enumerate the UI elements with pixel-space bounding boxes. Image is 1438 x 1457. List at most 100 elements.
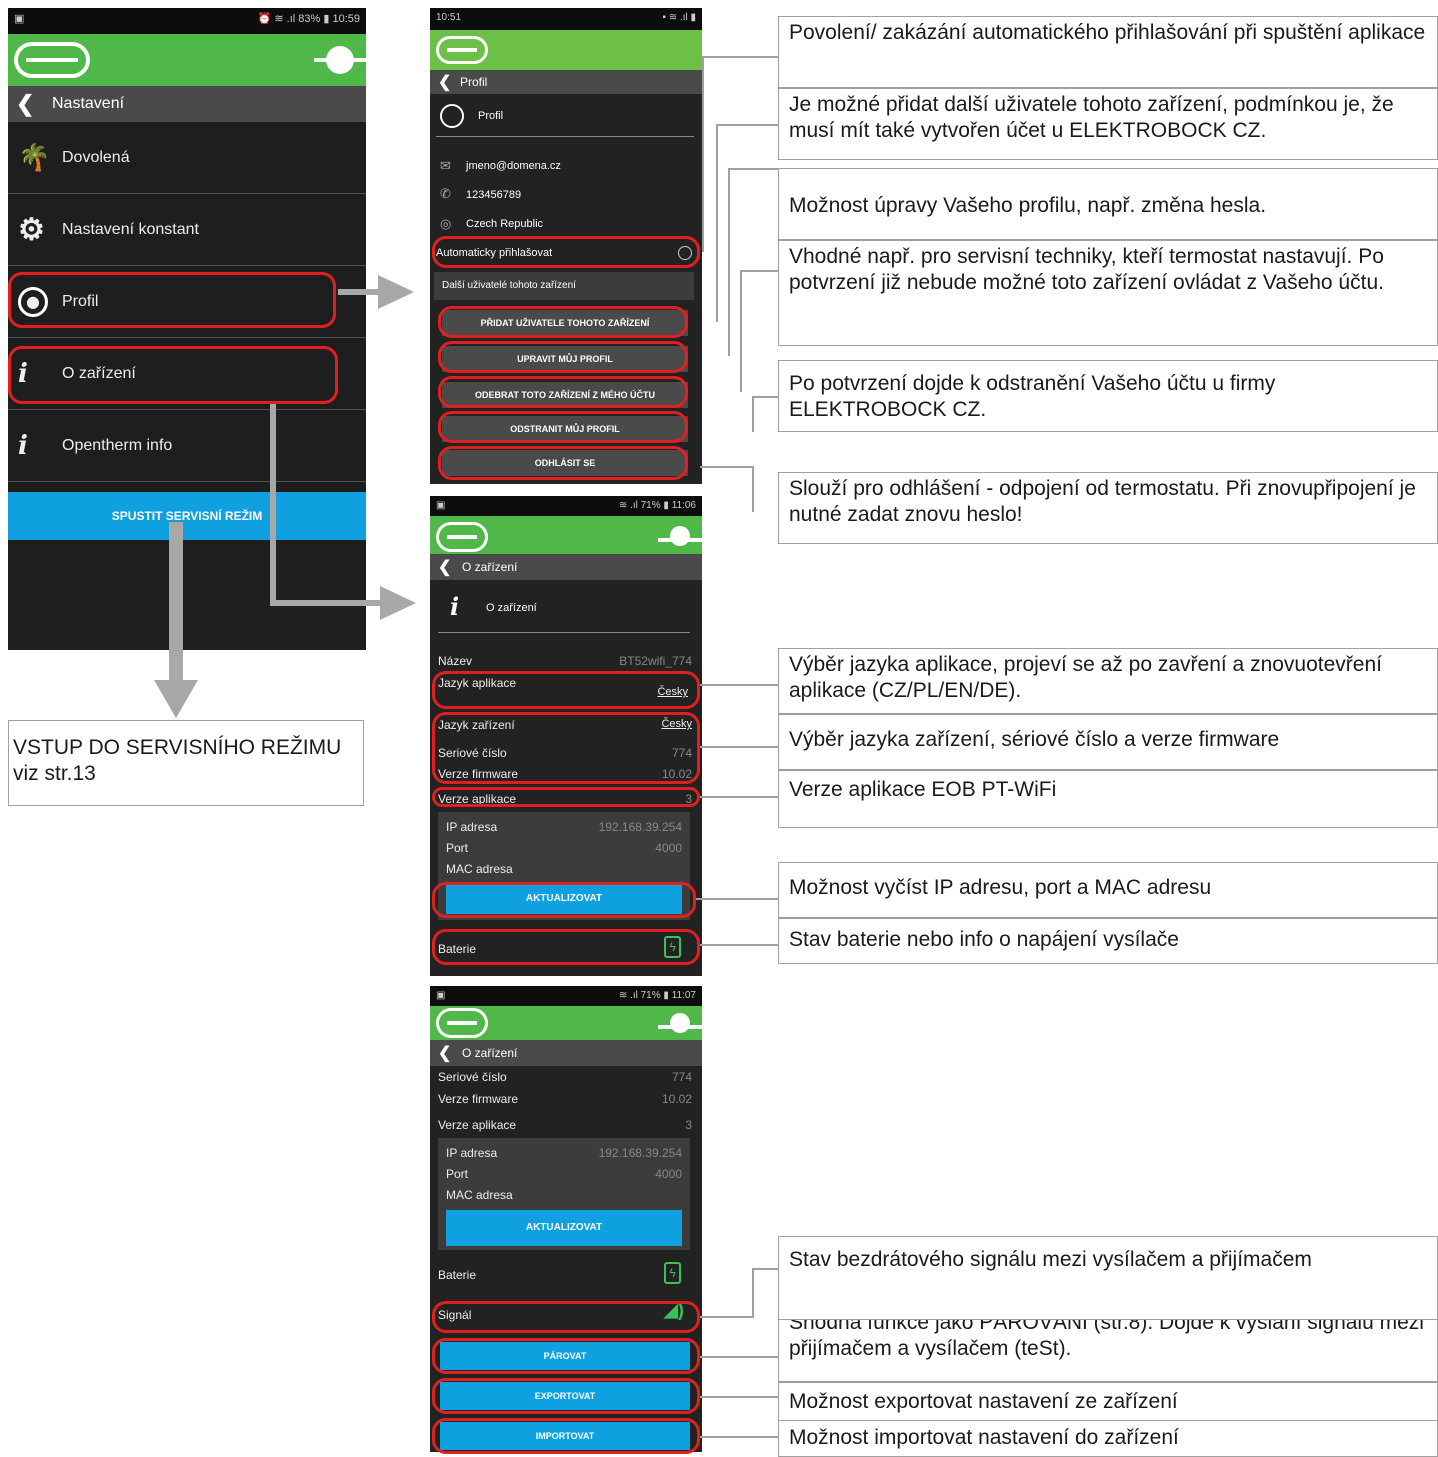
connector-edit-h [728,168,778,170]
app-version-row: Verze aplikace 3 [438,1118,692,1132]
connector-battery [700,944,778,946]
arrow-line-device-v [270,404,276,604]
highlight-profile [8,272,336,328]
phone-icon: ✆ [440,186,451,201]
menu-item-opentherm[interactable]: i Opentherm info [8,410,366,482]
divider [438,632,690,633]
section-title: O zařízení [486,602,537,614]
nav-header[interactable]: ❮ O zařízení [430,1040,702,1066]
info-icon: i [18,430,28,461]
app-bar [430,1006,702,1040]
phone-settings-screen: ▣ ⏰ ≋ .ıl 83% ▮ 10:59 ❮ Nastavení 🌴 Dovo… [8,8,366,650]
mac-row: MAC adresa [446,1188,513,1202]
menu-item-vacation[interactable]: 🌴 Dovolená [8,122,366,194]
battery-icon: ϟ [664,1262,681,1284]
callout-import: Možnost importovat nastavení do zařízení [778,1420,1438,1457]
app-bar [430,516,702,558]
profile-icon [440,104,464,128]
highlight-delete-profile [438,411,688,443]
status-bar: ▣ ≋ .ıl 71% ▮ 11:06 [430,496,702,516]
callout-logout: Slouží pro odhlášení - odpojení od termo… [778,472,1438,544]
callout-delete-profile: Po potvrzení dojde k odstranění Vašeho ú… [778,360,1438,432]
connector-logout-h [700,466,752,468]
name-row: Název BT52wifi_774 [438,654,692,668]
connector-network [696,898,778,900]
connector-add-user-h [716,124,778,126]
connection-icon[interactable] [658,1013,702,1033]
highlight-edit-profile [438,341,688,373]
back-icon[interactable]: ❮ [438,72,451,92]
status-bar: ▣ ≋ .ıl 71% ▮ 11:07 [430,986,702,1006]
connector-delete-h [752,396,778,398]
location-icon: ◎ [440,216,452,231]
status-right: ⏰ ≋ .ıl 83% ▮ 10:59 [257,13,360,25]
menu-label: Nastavení konstant [62,220,199,238]
port-row: Port 4000 [446,1167,682,1181]
status-bar: ▣ ⏰ ≋ .ıl 83% ▮ 10:59 [8,8,366,34]
app-bar [430,30,702,70]
divider [436,136,694,137]
battery-row: Baterie [438,1268,477,1282]
connector-export [700,1396,778,1398]
connector-signal-h [700,1316,754,1318]
port-row: Port 4000 [446,841,682,855]
callout-battery: Stav baterie nebo info o napájení vysíla… [778,918,1438,964]
connector-add-user-v [716,124,718,322]
country-value: Czech Republic [466,218,544,230]
arrow-head-service [154,680,198,718]
info-icon: i [450,592,460,621]
other-users-label: Další uživatelé tohoto zařízení [442,280,576,291]
status-right: ≋ .ıl 71% ▮ 11:06 [618,500,696,511]
highlight-import [432,1418,700,1454]
back-icon[interactable]: ❮ [16,91,34,117]
connection-icon[interactable] [314,46,366,74]
highlight-update [432,882,696,918]
header-title: Profil [460,75,488,89]
eob-logo [14,42,90,78]
arrow-line-device-h [270,600,382,606]
other-users-row[interactable]: Další uživatelé tohoto zařízení [434,272,694,300]
connector-pair [700,1356,778,1358]
nav-header[interactable]: ❮ Profil [430,70,702,94]
menu-item-constants[interactable]: ⚙ Nastavení konstant [8,194,366,266]
notification-icon: ▣ [436,990,446,1001]
highlight-app-language [432,671,700,709]
highlight-logout [438,446,688,480]
connector-app-lang [700,684,778,686]
firmware-row: Verze firmware 10.02 [438,1092,692,1106]
connection-icon[interactable] [658,526,702,546]
update-button[interactable]: AKTUALIZOVAT [446,1210,682,1246]
highlight-device-info [432,712,700,784]
eob-logo [436,522,488,552]
eob-logo [436,36,488,64]
highlight-add-user [438,306,688,338]
connector-app-version [700,796,778,798]
notification-icon: ▣ [436,500,446,511]
palm-tree-icon: 🌴 [18,142,51,173]
nav-header[interactable]: ❮ Nastavení [8,86,366,122]
nav-header[interactable]: ❮ O zařízení [430,554,702,580]
serial-row: Seriové číslo 774 [438,1070,692,1084]
back-icon[interactable]: ❮ [438,1043,451,1063]
app-bar [8,34,366,86]
back-icon[interactable]: ❮ [438,557,451,577]
connector-import [700,1436,778,1438]
network-panel: IP adresa 192.168.39.254 Port 4000 MAC adr… [438,1138,690,1250]
callout-remove-device: Vhodné např. pro servisní techniky, kteř… [778,240,1438,346]
connector-auto-login [702,56,778,58]
callout-app-language: Výběr jazyka aplikace, projeví se až po … [778,648,1438,714]
connector-signal-top [752,1268,778,1270]
connector-edit-v [728,168,730,356]
service-mode-button[interactable]: SPUSTIT SERVISNÍ REŽIM [8,492,366,540]
callout-network: Možnost vyčíst IP adresu, port a MAC adr… [778,862,1438,918]
status-icons: ▪ ≋ .ıl ▮ [662,12,696,23]
connector-signal-v [752,1268,754,1318]
menu-label: Opentherm info [62,436,173,454]
section-title: Profil [478,110,504,122]
header-title: O zařízení [462,560,518,574]
status-right: ≋ .ıl 71% ▮ 11:07 [618,990,696,1001]
highlight-battery [432,929,700,965]
connector-remove-h [740,270,778,272]
menu-label: Dovolená [62,148,130,166]
callout-device-info: Výběr jazyka zařízení, sériové číslo a v… [778,714,1438,770]
